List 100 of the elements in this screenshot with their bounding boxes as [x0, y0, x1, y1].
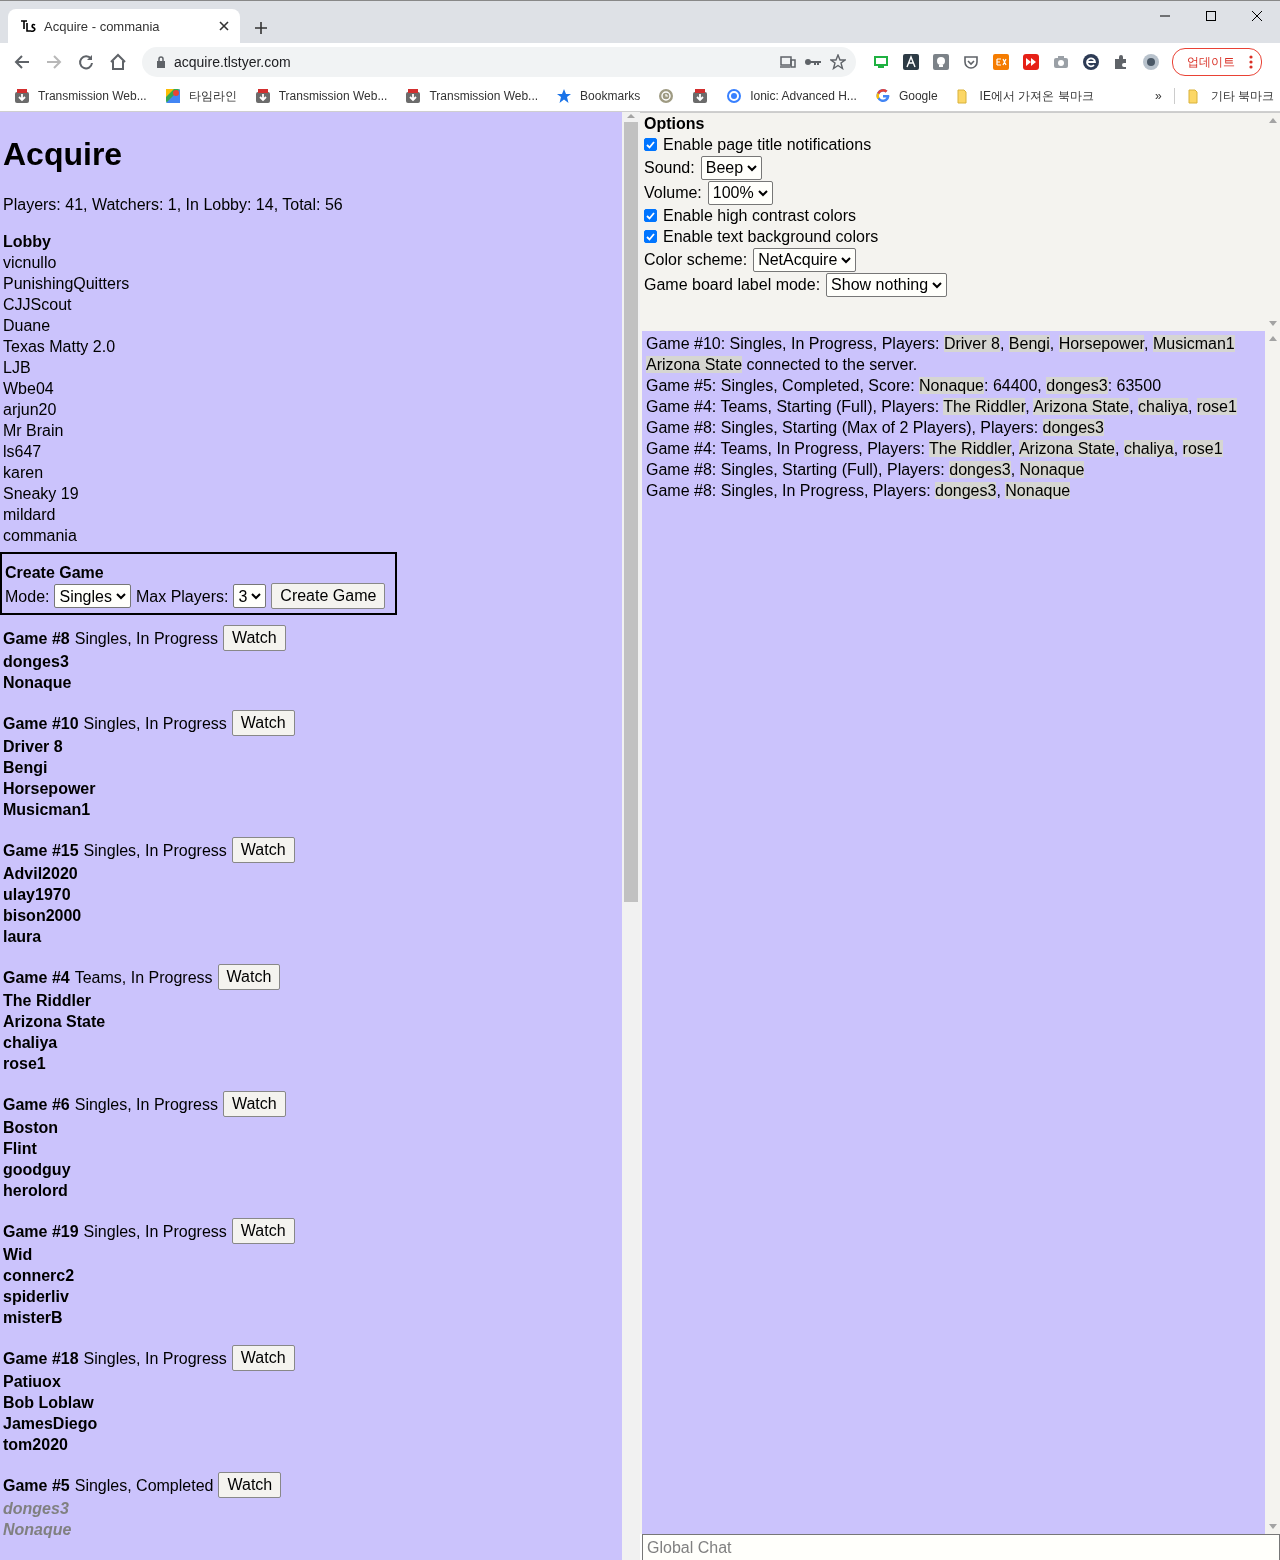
- clock-icon[interactable]: [658, 88, 675, 104]
- game-status: Singles, In Progress: [83, 713, 227, 734]
- checkbox-label: Enable text background colors: [663, 227, 879, 247]
- scroll-up-icon[interactable]: [1268, 335, 1277, 341]
- dropdown[interactable]: NetAcquire: [753, 247, 857, 272]
- watch-button[interactable]: Watch: [222, 1091, 286, 1117]
- puzzle-icon[interactable]: [1113, 54, 1129, 70]
- game-title: Game #6: [3, 1094, 70, 1115]
- game-status: Singles, In Progress: [83, 840, 227, 861]
- player-name: Musicman1: [3, 800, 92, 820]
- extension-icon[interactable]: [993, 54, 1009, 70]
- field-label: Color scheme:: [644, 250, 748, 270]
- player-name: donges3: [3, 652, 70, 672]
- create-game-button[interactable]: Create Game: [271, 583, 386, 609]
- map-pin-icon: [164, 88, 181, 104]
- scroll-down-icon[interactable]: [1268, 321, 1277, 327]
- pocket-icon[interactable]: [963, 54, 979, 70]
- chat-message: Game #5: Singles, Completed, Score: Nonaque: 64400, donges3: 63500: [646, 376, 1163, 396]
- dropdown[interactable]: Show nothing: [826, 272, 948, 297]
- player-name: ulay1970: [3, 885, 72, 905]
- player-name: spiderliv: [3, 1287, 70, 1307]
- user-name: PunishingQuitters: [3, 274, 131, 294]
- watch-button[interactable]: Watch: [231, 1345, 295, 1371]
- chat-message: Game #8: Singles, Starting (Full), Players: donges3, Nonaque: [646, 460, 1086, 480]
- bookmark[interactable]: Transmission Web...: [405, 88, 539, 104]
- dropdown[interactable]: 3: [233, 584, 267, 608]
- chat-input[interactable]: Global Chat: [642, 1534, 1280, 1560]
- caret-icon: [115, 592, 126, 600]
- key-icon[interactable]: [804, 57, 822, 67]
- player-name: Nonaque: [3, 1520, 73, 1540]
- close-icon[interactable]: [218, 20, 230, 32]
- watch-button[interactable]: Watch: [231, 1218, 295, 1244]
- user-name: LJB: [3, 358, 32, 378]
- letter-e-icon[interactable]: [1083, 54, 1099, 70]
- dropdown[interactable]: Singles: [54, 584, 131, 608]
- bookmark[interactable]: Transmission Web...: [254, 88, 388, 104]
- bookmark[interactable]: Bookmarks: [556, 88, 641, 104]
- bookmark[interactable]: 기타 북마크: [1186, 87, 1274, 105]
- caret-icon: [841, 255, 852, 264]
- letter-a-icon[interactable]: [903, 54, 919, 70]
- reload-icon[interactable]: [77, 53, 95, 71]
- bookmark[interactable]: 타임라인: [164, 87, 237, 105]
- download-icon[interactable]: [692, 88, 709, 104]
- bookmark[interactable]: Transmission Web...: [14, 88, 147, 104]
- user-name: vicnullo: [3, 253, 58, 273]
- bulb-icon[interactable]: [933, 54, 949, 70]
- more-bookmarks-button[interactable]: »: [1154, 89, 1162, 103]
- monitor-icon[interactable]: [873, 54, 889, 70]
- game-status: Singles, In Progress: [74, 628, 218, 649]
- game-title: Game #15: [3, 840, 79, 861]
- watch-button[interactable]: Watch: [222, 625, 286, 651]
- player-name: goodguy: [3, 1160, 72, 1180]
- game-title: Game #18: [3, 1348, 79, 1369]
- game-title: Game #19: [3, 1221, 79, 1242]
- chat-message: Game #4: Teams, In Progress, Players: The Riddler, Arizona State, chaliya, rose1: [646, 439, 1224, 459]
- back-icon[interactable]: [13, 53, 31, 71]
- bookmark[interactable]: IE에서 가져온 북마크: [955, 87, 1094, 105]
- scroll-up-icon[interactable]: [626, 112, 636, 120]
- browser-tab[interactable]: Acquire - commania: [8, 9, 240, 43]
- google-icon: [874, 88, 891, 104]
- download-icon: [254, 88, 271, 104]
- dropdown[interactable]: Beep: [700, 155, 763, 180]
- download-icon: [14, 88, 30, 104]
- fast-forward-icon[interactable]: [1023, 54, 1039, 70]
- update-button[interactable]: 업데이트: [1172, 48, 1262, 76]
- new-tab-icon[interactable]: [254, 21, 268, 35]
- profile-icon[interactable]: [1143, 54, 1159, 70]
- devices-icon[interactable]: [780, 55, 796, 69]
- user-name: CJJScout: [3, 295, 73, 315]
- player-name: Boston: [3, 1118, 60, 1138]
- player-name: Driver 8: [3, 737, 64, 757]
- scrollbar-thumb[interactable]: [624, 122, 638, 902]
- bookmark[interactable]: Google: [874, 88, 938, 104]
- user-name: Sneaky 19: [3, 484, 80, 504]
- player-name: Advil2020: [3, 864, 79, 884]
- player-name: rose1: [3, 1054, 47, 1074]
- watch-button[interactable]: Watch: [218, 1472, 282, 1498]
- scroll-down-icon[interactable]: [1268, 1524, 1277, 1530]
- camera-icon[interactable]: [1053, 54, 1069, 70]
- user-name: Duane: [3, 316, 52, 336]
- address-bar[interactable]: acquire.tlstyer.com: [142, 47, 856, 77]
- watch-button[interactable]: Watch: [231, 837, 295, 863]
- scroll-up-icon[interactable]: [1268, 117, 1277, 123]
- watch-button[interactable]: Watch: [231, 710, 295, 736]
- checkbox[interactable]: [644, 138, 657, 151]
- player-name: chaliya: [3, 1033, 59, 1053]
- home-icon[interactable]: [109, 53, 127, 71]
- bookmark[interactable]: Ionic: Advanced H...: [726, 88, 857, 104]
- dropdown[interactable]: 100%: [707, 180, 773, 205]
- user-name: arjun20: [3, 400, 58, 420]
- player-name: misterB: [3, 1308, 64, 1328]
- checkbox[interactable]: [644, 230, 657, 243]
- player-name: donges3: [3, 1499, 70, 1519]
- player-name: The Riddler: [3, 991, 92, 1011]
- watch-button[interactable]: Watch: [217, 964, 281, 990]
- star-icon: [556, 88, 573, 104]
- game-status: Teams, In Progress: [74, 967, 213, 988]
- field-label: Game board label mode:: [644, 275, 821, 295]
- star-icon[interactable]: [830, 54, 846, 70]
- checkbox[interactable]: [644, 209, 657, 222]
